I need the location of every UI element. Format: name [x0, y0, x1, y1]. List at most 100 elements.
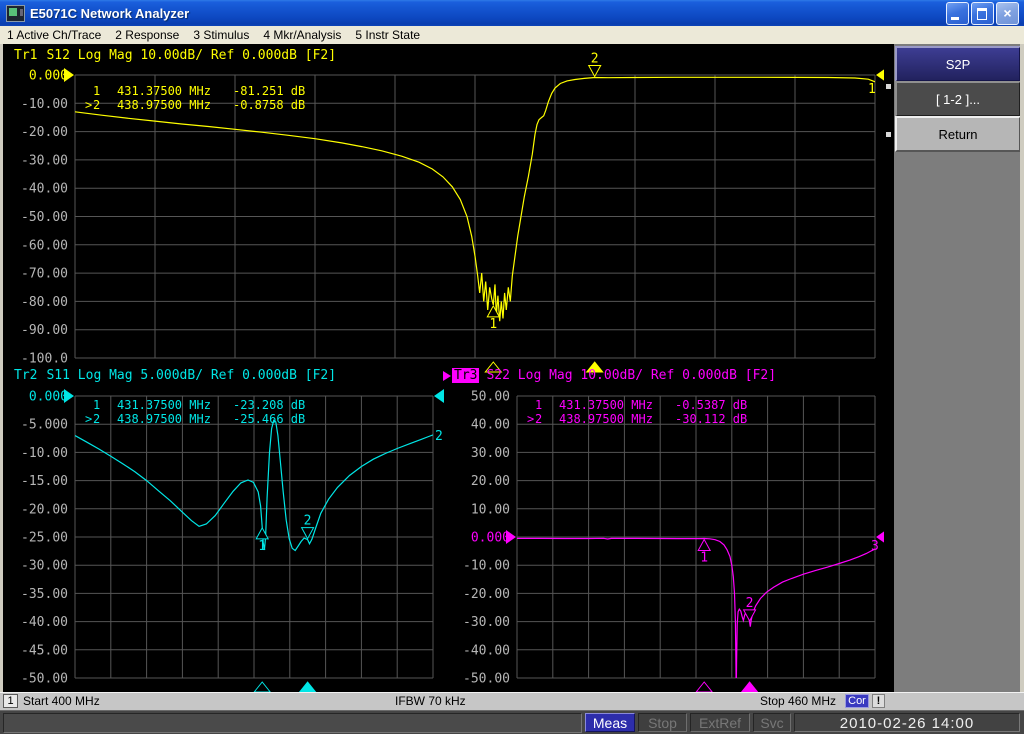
- trace-markers[interactable]: 12: [696, 540, 757, 693]
- trace3-name: Tr3: [452, 368, 479, 383]
- title-bar: E5071C Network Analyzer ×: [0, 0, 1024, 26]
- svg-text:-15.00: -15.00: [21, 474, 68, 489]
- svg-text:-30.00: -30.00: [21, 153, 68, 168]
- marker-readout-row: 1431.37500 MHz-23.208 dB: [85, 398, 305, 412]
- trace3-header: Tr3 S22 Log Mag 10.00dB/ Ref 0.000dB [F2]: [443, 368, 776, 383]
- marker-2-label: 2: [746, 596, 754, 611]
- svg-text:-50.00: -50.00: [463, 672, 510, 687]
- marker-readout-row: 1431.37500 MHz-0.5387 dB: [527, 398, 747, 412]
- marker-1-symbol: [698, 540, 710, 551]
- grid: [517, 396, 875, 678]
- restore-button[interactable]: [971, 2, 994, 25]
- menu-instr-state[interactable]: 5 Instr State: [348, 26, 427, 44]
- svg-text:-90.00: -90.00: [21, 323, 68, 338]
- marker-readout-row: >2438.97500 MHz-25.466 dB: [85, 412, 305, 426]
- trace3-format: S22 Log Mag 10.00dB/ Ref 0.000dB [F2]: [486, 368, 776, 383]
- message-area: [3, 713, 582, 733]
- marker-readout-row: >2438.97500 MHz-0.8758 dB: [85, 98, 305, 112]
- softkey-scrollbar[interactable]: [884, 44, 894, 692]
- softkey-menu-title: S2P: [895, 46, 1021, 82]
- svg-text:-40.00: -40.00: [463, 643, 510, 658]
- marker-1-label: 1: [258, 539, 266, 554]
- stimulus-marker-1-icon: [254, 682, 270, 692]
- softkey-return-button[interactable]: Return: [895, 116, 1021, 152]
- trace-number-label: 1: [868, 82, 876, 97]
- trace2-header: Tr2 S11 Log Mag 5.000dB/ Ref 0.000dB [F2]: [14, 368, 336, 383]
- trace3-marker-readout: 1431.37500 MHz-0.5387 dB >2438.97500 MHz…: [527, 398, 747, 426]
- svg-text:0.000: 0.000: [471, 531, 510, 546]
- meas-indicator: Meas: [585, 713, 635, 732]
- y-axis-tick-labels: 0.000 -10.00 -20.00 -30.00 -40.00 -50.00 -60.0…: [21, 69, 68, 367]
- menu-response[interactable]: 2 Response: [108, 26, 186, 44]
- window-border: [1020, 44, 1024, 692]
- chart-tr2-s11: 0.000-5.000-10.00-15.00-20.00-25.00-30.0…: [0, 362, 442, 692]
- svg-text:-30.00: -30.00: [463, 615, 510, 630]
- stimulus-marker-2-icon: [742, 682, 758, 692]
- trace-markers[interactable]: 12: [485, 52, 602, 373]
- restore-icon: [977, 8, 987, 20]
- softkey-1-2-button[interactable]: [ 1-2 ]...: [895, 81, 1021, 117]
- svg-text:20.00: 20.00: [471, 474, 510, 489]
- marker-2-symbol: [744, 610, 756, 621]
- scrollbar-mark: [886, 84, 891, 89]
- app-window: E5071C Network Analyzer × 1 Active Ch/Tr…: [0, 0, 1024, 734]
- extref-indicator: ExtRef: [690, 713, 750, 732]
- svg-text:0.000: 0.000: [29, 69, 68, 84]
- trace2-marker-readout: 1431.37500 MHz-23.208 dB >2438.97500 MHz…: [85, 398, 305, 426]
- close-button[interactable]: ×: [996, 2, 1019, 25]
- active-trace-arrow-icon: [443, 371, 451, 381]
- menu-active-ch-trace[interactable]: 1 Active Ch/Trace: [0, 26, 108, 44]
- warning-indicator: !: [872, 694, 885, 708]
- trace1-name: Tr1: [14, 48, 37, 63]
- svg-text:-80.00: -80.00: [21, 295, 68, 310]
- svg-text:-10.00: -10.00: [463, 559, 510, 574]
- softkey-sidebar: S2P [ 1-2 ]... Return: [884, 44, 1024, 692]
- svg-text:-40.00: -40.00: [21, 182, 68, 197]
- svg-text:-20.00: -20.00: [21, 125, 68, 140]
- trace-number-label: 3: [871, 539, 879, 554]
- marker-1-label: 1: [700, 551, 708, 566]
- svg-text:40.00: 40.00: [471, 418, 510, 433]
- svc-indicator: Svc: [753, 713, 791, 732]
- channel-indicator: 1: [3, 694, 18, 708]
- close-icon: ×: [997, 4, 1018, 22]
- y-axis-tick-labels: 0.000-5.000-10.00-15.00-20.00-25.00-30.0…: [21, 390, 68, 687]
- marker-2-label: 2: [591, 52, 599, 67]
- svg-text:-60.00: -60.00: [21, 238, 68, 253]
- svg-text:-5.000: -5.000: [21, 418, 68, 433]
- trace2-name: Tr2: [14, 368, 37, 383]
- marker-readout-row: 1431.37500 MHz-81.251 dB: [85, 84, 305, 98]
- marker-readout-row: >2438.97500 MHz-30.112 dB: [527, 412, 747, 426]
- scrollbar-mark: [886, 132, 891, 137]
- chart-tr3-s22: 50.0040.0030.0020.0010.000.000-10.00-20.…: [442, 362, 884, 692]
- grid: [75, 396, 433, 678]
- minimize-button[interactable]: [946, 2, 969, 25]
- start-frequency-label: Start 400 MHz: [23, 694, 100, 709]
- menu-stimulus[interactable]: 3 Stimulus: [186, 26, 256, 44]
- instrument-status-bar: Meas Stop ExtRef Svc 2010-02-26 14:00: [0, 710, 1024, 734]
- trace2-format: S11 Log Mag 5.000dB/ Ref 0.000dB [F2]: [46, 368, 336, 383]
- trace1-marker-readout: 1431.37500 MHz-81.251 dB >2438.97500 MHz…: [85, 84, 305, 112]
- svg-text:-10.00: -10.00: [21, 97, 68, 112]
- svg-text:0.000: 0.000: [29, 390, 68, 405]
- svg-text:50.00: 50.00: [471, 390, 510, 405]
- ifbw-label: IFBW 70 kHz: [395, 694, 466, 709]
- svg-text:-50.00: -50.00: [21, 672, 68, 687]
- svg-text:-70.00: -70.00: [21, 267, 68, 282]
- app-icon: [6, 5, 25, 22]
- marker-2-label: 2: [304, 514, 312, 529]
- datetime-display: 2010-02-26 14:00: [794, 713, 1020, 732]
- stimulus-marker-1-icon: [696, 682, 712, 692]
- sweep-stop-indicator: Stop: [638, 713, 687, 732]
- svg-text:-50.00: -50.00: [21, 210, 68, 225]
- svg-text:-35.00: -35.00: [21, 587, 68, 602]
- svg-text:-10.00: -10.00: [21, 446, 68, 461]
- trace1-format: S12 Log Mag 10.00dB/ Ref 0.000dB [F2]: [46, 48, 336, 63]
- svg-text:-40.00: -40.00: [21, 615, 68, 630]
- svg-text:-45.00: -45.00: [21, 643, 68, 658]
- status-bar: 1 Start 400 MHz IFBW 70 kHz Stop 460 MHz…: [0, 692, 1024, 710]
- svg-text:-20.00: -20.00: [21, 502, 68, 517]
- svg-text:-25.00: -25.00: [21, 531, 68, 546]
- trace-markers[interactable]: 12: [254, 514, 315, 692]
- menu-mkr-analysis[interactable]: 4 Mkr/Analysis: [256, 26, 348, 44]
